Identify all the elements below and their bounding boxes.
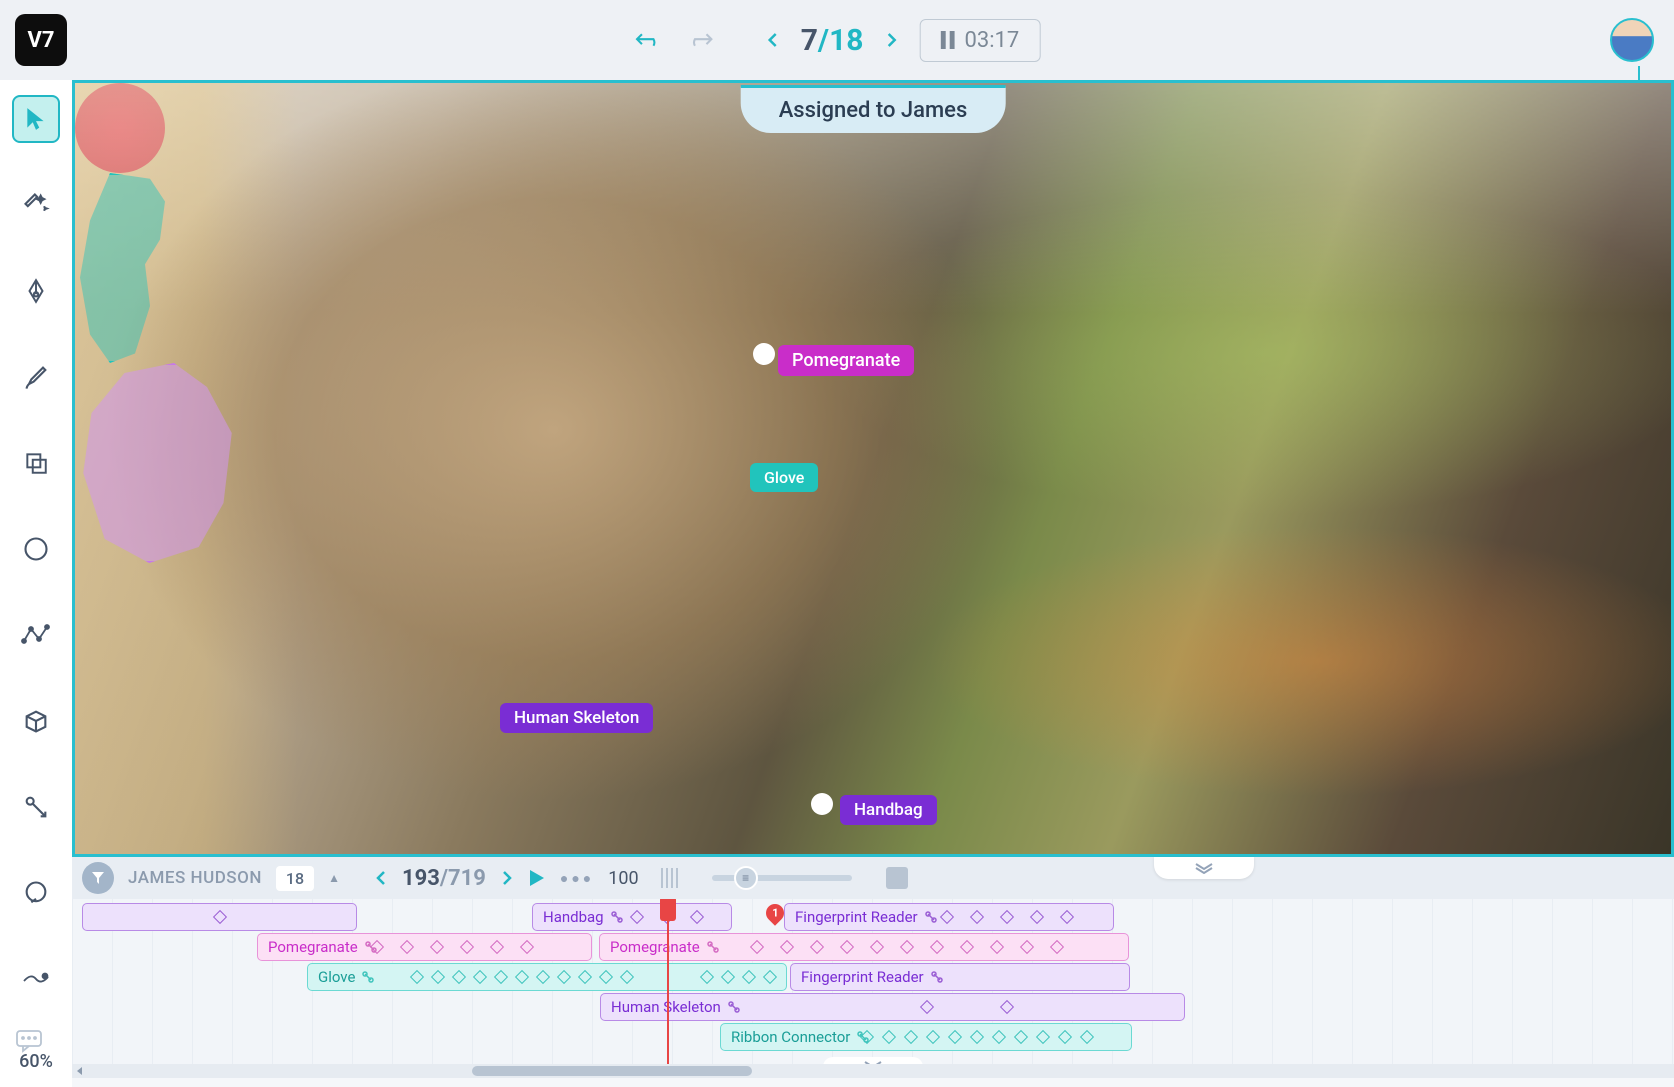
glove-label[interactable]: Glove [750, 463, 818, 492]
keypoint-dot[interactable] [753, 343, 775, 365]
frame-counter: 193/719 [402, 866, 486, 891]
view-mode-button[interactable] [886, 867, 908, 889]
page-counter: 7/18 [801, 23, 864, 58]
magic-tool[interactable] [12, 955, 60, 1003]
frame-step-value: 100 [608, 868, 638, 889]
human-skeleton-label[interactable]: Human Skeleton [500, 703, 653, 733]
pause-icon [941, 31, 955, 49]
ellipse-tool[interactable] [12, 525, 60, 573]
user-dropdown-toggle[interactable]: ▲ [328, 871, 340, 885]
timeline-user-name: JAMES HUDSON [128, 868, 262, 888]
app-logo[interactable]: V7 [15, 14, 67, 66]
prev-frame-button[interactable] [374, 870, 388, 886]
pen-tool[interactable] [12, 267, 60, 315]
next-item-button[interactable] [884, 32, 900, 48]
collapse-right-button[interactable] [1154, 857, 1254, 879]
track-fingerprint-2[interactable]: Fingerprint Reader [790, 963, 1130, 991]
handbag-label[interactable]: Handbag [840, 795, 937, 825]
prev-item-button[interactable] [765, 32, 781, 48]
undo-button[interactable] [634, 26, 662, 54]
timeline-scrollbar[interactable] [72, 1064, 1674, 1078]
track-human-skeleton[interactable]: Human Skeleton [600, 993, 1185, 1021]
copy-tool[interactable] [12, 439, 60, 487]
timeline-panel: JAMES HUDSON 18 ▲ 193/719 ●●● 100 ≡ [72, 857, 1674, 1087]
density-indicator [661, 868, 678, 888]
playhead[interactable] [667, 899, 669, 1064]
assigned-banner: Assigned to James [741, 85, 1006, 133]
keypoint-dot[interactable] [811, 793, 833, 815]
timer-button[interactable]: 03:17 [920, 19, 1041, 62]
annotation-canvas[interactable]: Assigned to James [72, 80, 1674, 857]
keypoint-tool[interactable] [12, 783, 60, 831]
comment-tool[interactable] [12, 869, 60, 917]
brush-tool[interactable] [12, 353, 60, 401]
timeline-user-count: 18 [276, 866, 314, 891]
pomegranate-label[interactable]: Pomegranate [778, 345, 914, 376]
zoom-slider[interactable]: ≡ [712, 875, 852, 881]
play-button[interactable] [528, 868, 546, 888]
select-tool[interactable] [12, 95, 60, 143]
cuboid-tool[interactable] [12, 697, 60, 745]
redo-button[interactable] [687, 26, 715, 54]
auto-annotate-tool[interactable] [12, 181, 60, 229]
user-avatar[interactable] [1610, 18, 1654, 62]
scrollbar-thumb[interactable] [472, 1066, 752, 1076]
timer-value: 03:17 [965, 28, 1020, 53]
filter-button[interactable] [82, 862, 114, 894]
canvas-image [75, 83, 1671, 854]
polyline-tool[interactable] [12, 611, 60, 659]
comments-panel-button[interactable] [15, 1029, 55, 1057]
next-frame-button[interactable] [500, 870, 514, 886]
track-handbag-early[interactable] [82, 903, 357, 931]
more-options-button[interactable]: ●●● [560, 870, 594, 887]
